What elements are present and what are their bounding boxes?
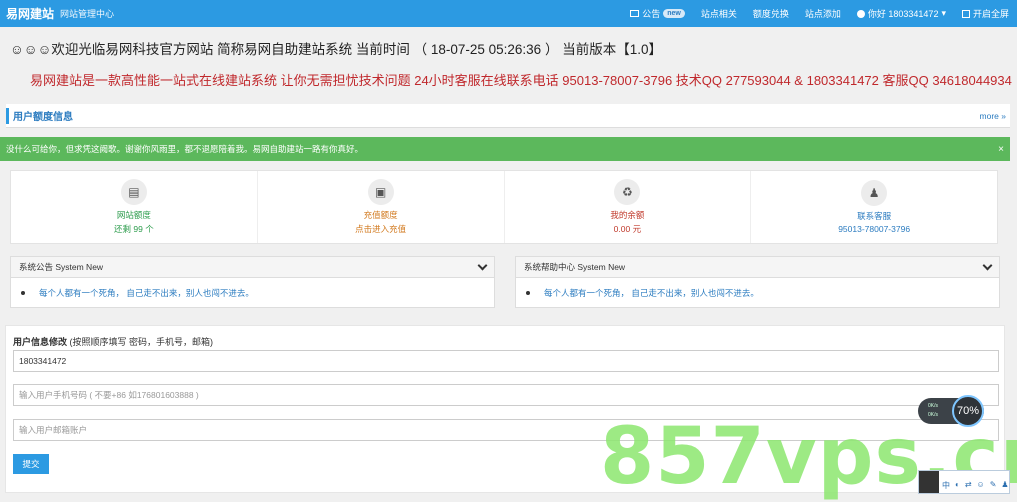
form-hint: (按照顺序填写 密码，手机号，邮箱) bbox=[69, 337, 214, 347]
quota-panel-header: 用户额度信息 more » bbox=[6, 104, 1010, 128]
quota-panel-title: 用户额度信息 bbox=[13, 112, 73, 123]
stat-value: 95013-78007-3796 bbox=[838, 224, 911, 234]
ime-chinese-icon[interactable]: 中 bbox=[942, 480, 950, 491]
stat-label: 联系客服 bbox=[857, 211, 892, 221]
bullet-icon bbox=[21, 291, 25, 295]
form-title-text: 用户信息修改 bbox=[13, 337, 68, 347]
briefcase-icon: ▣ bbox=[367, 179, 394, 205]
system-notice-body: 每个人都有一个死角， 自己走不出来，别人也闯不进去。 bbox=[11, 278, 494, 308]
upload-speed: 0K/s bbox=[928, 403, 939, 409]
mail-icon bbox=[630, 10, 640, 17]
help-center-body: 每个人都有一个死角， 自己走不出来，别人也闯不进去。 bbox=[516, 278, 999, 308]
nav-user-label: 你好 1803341472 bbox=[867, 9, 939, 19]
scrolling-marquee: 易网建站是一款高性能一站式在线建站系统 让你无需担忧技术问题 24小时客服在线联… bbox=[30, 73, 1012, 88]
ime-switch-icon[interactable]: ⇄ bbox=[965, 480, 972, 491]
system-notice-title: 系统公告 System New bbox=[19, 262, 104, 272]
nav-announcement-label: 公告 bbox=[642, 9, 661, 19]
bullet-icon bbox=[526, 291, 530, 295]
stat-value: 还剩 99 个 bbox=[114, 224, 154, 234]
phone-input[interactable] bbox=[13, 384, 999, 406]
ime-halfwidth-icon[interactable]: ◐ bbox=[955, 480, 960, 491]
alert-text: 没什么可给你，但求凭这阙歌。谢谢你风雨里，都不退愿陪着我。易网自助建站一路有你真… bbox=[6, 144, 364, 154]
stats-row: ▤ 网站额度 还剩 99 个 ▣ 充值额度 点击进入充值 ♻ 我的余额 0.00… bbox=[10, 170, 998, 244]
ime-user-icon[interactable]: ♟ bbox=[1001, 480, 1008, 491]
top-navbar: 易网建站 网站管理中心 公告 new 站点相关 额度兑换 站点添加 你好 180… bbox=[0, 0, 1017, 27]
nav-user-menu[interactable]: 你好 1803341472 ▾ bbox=[849, 7, 954, 20]
form-title: 用户信息修改 (按照顺序填写 密码，手机号，邮箱) bbox=[13, 335, 213, 348]
new-badge: new bbox=[663, 9, 685, 18]
notice-item[interactable]: 每个人都有一个死角， 自己走不出来，别人也闯不进去。 bbox=[39, 287, 254, 299]
stat-value: 0.00 元 bbox=[613, 224, 642, 234]
stat-label: 充值额度 bbox=[363, 210, 398, 220]
speed-readout: 0K/s 0K/s bbox=[918, 402, 938, 420]
document-icon: ▤ bbox=[120, 179, 147, 205]
stat-recharge[interactable]: ▣ 充值额度 点击进入充值 bbox=[258, 171, 505, 243]
success-alert: 没什么可给你，但求凭这阙歌。谢谢你风雨里，都不退愿陪着我。易网自助建站一路有你真… bbox=[0, 137, 1010, 161]
ime-buttons: 中 ◐ ⇄ ☺ ✎ ♟ bbox=[939, 480, 1009, 493]
brand-logo[interactable]: 易网建站 bbox=[0, 5, 54, 22]
close-icon[interactable]: × bbox=[998, 144, 1010, 155]
help-center-header[interactable]: 系统帮助中心 System New bbox=[516, 257, 999, 278]
brand-subtitle: 网站管理中心 bbox=[60, 9, 115, 19]
help-center-box: 系统帮助中心 System New 每个人都有一个死角， 自己走不出来，别人也闯… bbox=[515, 256, 1000, 308]
recycle-icon: ♻ bbox=[614, 179, 641, 205]
help-center-title: 系统帮助中心 System New bbox=[524, 262, 626, 272]
more-link[interactable]: more » bbox=[980, 111, 1010, 121]
user-icon: ♟ bbox=[861, 180, 888, 206]
ime-pen-icon[interactable]: ✎ bbox=[990, 480, 997, 491]
stat-label: 网站额度 bbox=[116, 210, 151, 220]
stat-contact[interactable]: ♟ 联系客服 95013-78007-3796 bbox=[751, 171, 997, 243]
help-item[interactable]: 每个人都有一个死角， 自己走不出来，别人也闯不进去。 bbox=[544, 287, 759, 299]
nav-site-add[interactable]: 站点添加 bbox=[797, 7, 849, 20]
ime-emoji-icon[interactable]: ☺ bbox=[977, 480, 985, 491]
ime-toolbar[interactable]: 中 ◐ ⇄ ☺ ✎ ♟ bbox=[918, 470, 1010, 494]
download-speed: 0K/s bbox=[928, 412, 939, 418]
system-notice-box: 系统公告 System New 每个人都有一个死角， 自己走不出来，别人也闯不进… bbox=[10, 256, 495, 308]
user-icon bbox=[856, 9, 865, 18]
nav-fullscreen[interactable]: 开启全屏 bbox=[954, 7, 1017, 20]
network-speed-widget[interactable]: 0K/s 0K/s 70% bbox=[918, 395, 984, 427]
stat-value: 点击进入充值 bbox=[355, 224, 407, 234]
submit-button[interactable]: 提交 bbox=[13, 454, 49, 474]
nav-quota-exchange[interactable]: 额度兑换 bbox=[745, 7, 797, 20]
password-input[interactable] bbox=[13, 350, 999, 372]
nav-announcement[interactable]: 公告 new bbox=[622, 7, 693, 20]
top-nav: 公告 new 站点相关 额度兑换 站点添加 你好 1803341472 ▾ 开启… bbox=[622, 0, 1017, 27]
nav-site-related[interactable]: 站点相关 bbox=[693, 7, 745, 20]
chevron-down-icon[interactable] bbox=[982, 260, 993, 270]
caret-down-icon: ▾ bbox=[941, 8, 946, 18]
welcome-text: ☺☺☺欢迎光临易网科技官方网站 简称易网自助建站系统 当前时间 （ 18-07-… bbox=[10, 42, 662, 57]
stat-balance[interactable]: ♻ 我的余额 0.00 元 bbox=[505, 171, 752, 243]
stat-site-quota[interactable]: ▤ 网站额度 还剩 99 个 bbox=[11, 171, 258, 243]
memory-percent: 70% bbox=[952, 395, 984, 427]
stat-label: 我的余额 bbox=[610, 210, 645, 220]
panel-accent-bar bbox=[6, 107, 9, 124]
fullscreen-icon bbox=[961, 9, 970, 18]
chevron-down-icon[interactable] bbox=[477, 260, 488, 270]
avatar bbox=[919, 471, 939, 493]
nav-fullscreen-label: 开启全屏 bbox=[972, 9, 1009, 19]
system-notice-header[interactable]: 系统公告 System New bbox=[11, 257, 494, 278]
